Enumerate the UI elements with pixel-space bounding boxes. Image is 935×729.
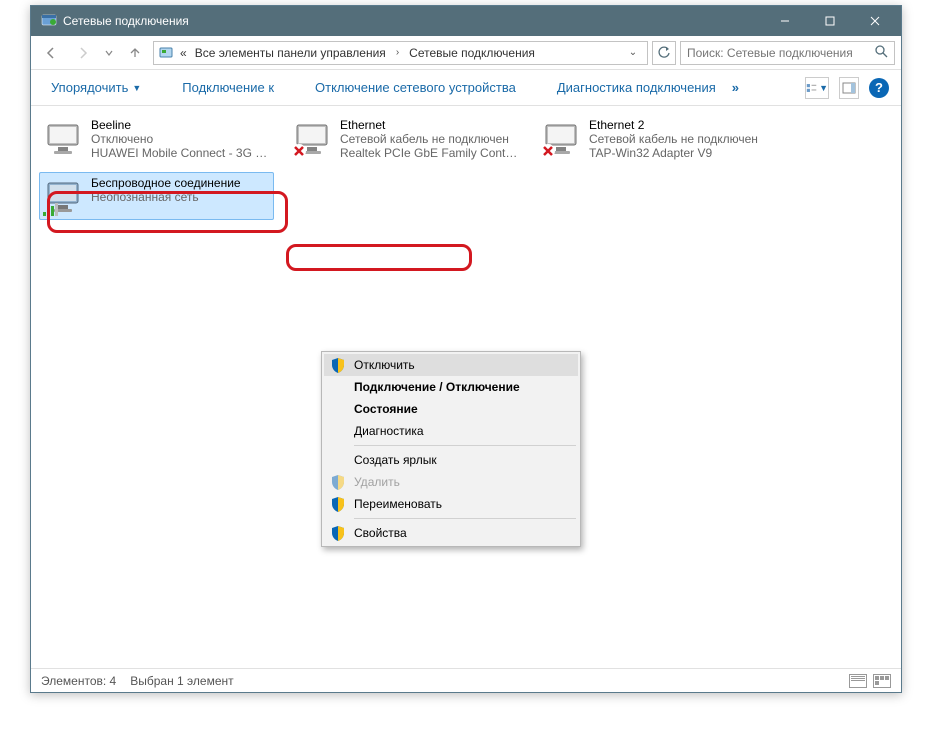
adapter-name: Ethernet 2	[589, 118, 758, 132]
help-button[interactable]: ?	[869, 78, 889, 98]
address-bar[interactable]: « Все элементы панели управления › Сетев…	[153, 41, 648, 65]
view-mode-button[interactable]: ▼	[805, 77, 829, 99]
menu-separator	[354, 445, 576, 446]
up-button[interactable]	[121, 41, 149, 65]
tiles-view-button[interactable]	[873, 674, 891, 688]
menu-separator	[354, 518, 576, 519]
cm-properties[interactable]: Свойства	[324, 522, 578, 544]
cm-diagnose[interactable]: Диагностика	[324, 420, 578, 442]
adapter-name: Ethernet	[340, 118, 519, 132]
error-icon	[541, 144, 555, 158]
dropdown-icon: ▼	[132, 83, 141, 93]
cm-create-shortcut[interactable]: Создать ярлык	[324, 449, 578, 471]
adapter-icon	[541, 118, 581, 158]
organize-label: Упорядочить	[51, 80, 128, 95]
address-dropdown[interactable]: ⌄	[623, 47, 643, 58]
titlebar: Сетевые подключения	[31, 6, 901, 36]
adapter-status: Сетевой кабель не подключен	[340, 132, 519, 146]
statusbar: Элементов: 4 Выбран 1 элемент	[31, 668, 901, 692]
breadcrumb-segment-2[interactable]: Сетевые подключения	[407, 44, 537, 62]
shield-icon	[330, 496, 346, 512]
search-input[interactable]	[687, 46, 869, 60]
connect-to-button[interactable]: Подключение к	[174, 76, 282, 99]
signal-icon	[43, 202, 59, 216]
cm-status[interactable]: Состояние	[324, 398, 578, 420]
back-button[interactable]	[37, 41, 65, 65]
cm-rename[interactable]: Переименовать	[324, 493, 578, 515]
chevron-right-icon[interactable]: ›	[392, 47, 403, 58]
cm-label: Удалить	[354, 475, 400, 489]
adapter-status: Сетевой кабель не подключен	[589, 132, 758, 146]
forward-button[interactable]	[69, 41, 97, 65]
refresh-button[interactable]	[652, 41, 676, 65]
cm-label: Переименовать	[354, 497, 442, 511]
shield-icon	[330, 357, 346, 373]
diagnose-button[interactable]: Диагностика подключения	[549, 76, 724, 99]
cm-label: Отключить	[354, 358, 415, 372]
adapter-icon	[292, 118, 332, 158]
cm-delete: Удалить	[324, 471, 578, 493]
organize-menu[interactable]: Упорядочить ▼	[43, 76, 149, 99]
search-box[interactable]	[680, 41, 895, 65]
shield-icon	[330, 474, 346, 490]
breadcrumb-prefix[interactable]: «	[178, 44, 189, 62]
shield-icon	[330, 525, 346, 541]
adapter-name: Beeline	[91, 118, 270, 132]
content-area: Beeline Отключено HUAWEI Mobile Connect …	[31, 106, 901, 668]
error-icon	[292, 144, 306, 158]
close-button[interactable]	[852, 6, 897, 36]
location-icon	[158, 45, 174, 61]
context-menu: Отключить Подключение / Отключение Состо…	[321, 351, 581, 547]
adapter-icon	[43, 176, 83, 216]
adapter-status: Отключено	[91, 132, 270, 146]
adapter-name: Беспроводное соединение	[91, 176, 241, 190]
navigation-row: « Все элементы панели управления › Сетев…	[31, 36, 901, 70]
adapter-device: Realtek PCIe GbE Family Controller	[340, 146, 519, 160]
window-title: Сетевые подключения	[63, 14, 762, 28]
adapter-device: TAP-Win32 Adapter V9	[589, 146, 758, 160]
overflow-button[interactable]: »	[724, 76, 747, 99]
status-selected: Выбран 1 элемент	[130, 674, 233, 688]
search-icon	[875, 45, 888, 61]
command-bar: Упорядочить ▼ Подключение к Отключение с…	[31, 70, 901, 106]
dropdown-icon: ▼	[819, 83, 828, 93]
app-icon	[41, 13, 57, 29]
adapter-item[interactable]: Ethernet Сетевой кабель не подключен Rea…	[288, 114, 523, 164]
adapter-item[interactable]: Beeline Отключено HUAWEI Mobile Connect …	[39, 114, 274, 164]
adapter-status: Неопознанная сеть	[91, 190, 241, 204]
adapter-icon	[43, 118, 83, 158]
window: Сетевые подключения « Все элементы панел…	[30, 5, 902, 693]
adapter-item[interactable]: Ethernet 2 Сетевой кабель не подключен T…	[537, 114, 772, 164]
preview-pane-button[interactable]	[839, 77, 859, 99]
disable-device-button[interactable]: Отключение сетевого устройства	[307, 76, 524, 99]
breadcrumb-segment-1[interactable]: Все элементы панели управления	[193, 44, 388, 62]
adapter-item-selected[interactable]: Беспроводное соединение Неопознанная сет…	[39, 172, 274, 220]
details-view-button[interactable]	[849, 674, 867, 688]
adapter-device: HUAWEI Mobile Connect - 3G Mo...	[91, 146, 270, 160]
history-dropdown[interactable]	[101, 41, 117, 65]
cm-label: Свойства	[354, 526, 407, 540]
minimize-button[interactable]	[762, 6, 807, 36]
cm-disable[interactable]: Отключить	[324, 354, 578, 376]
status-count: Элементов: 4	[41, 674, 116, 688]
maximize-button[interactable]	[807, 6, 852, 36]
cm-toggle-connection[interactable]: Подключение / Отключение	[324, 376, 578, 398]
